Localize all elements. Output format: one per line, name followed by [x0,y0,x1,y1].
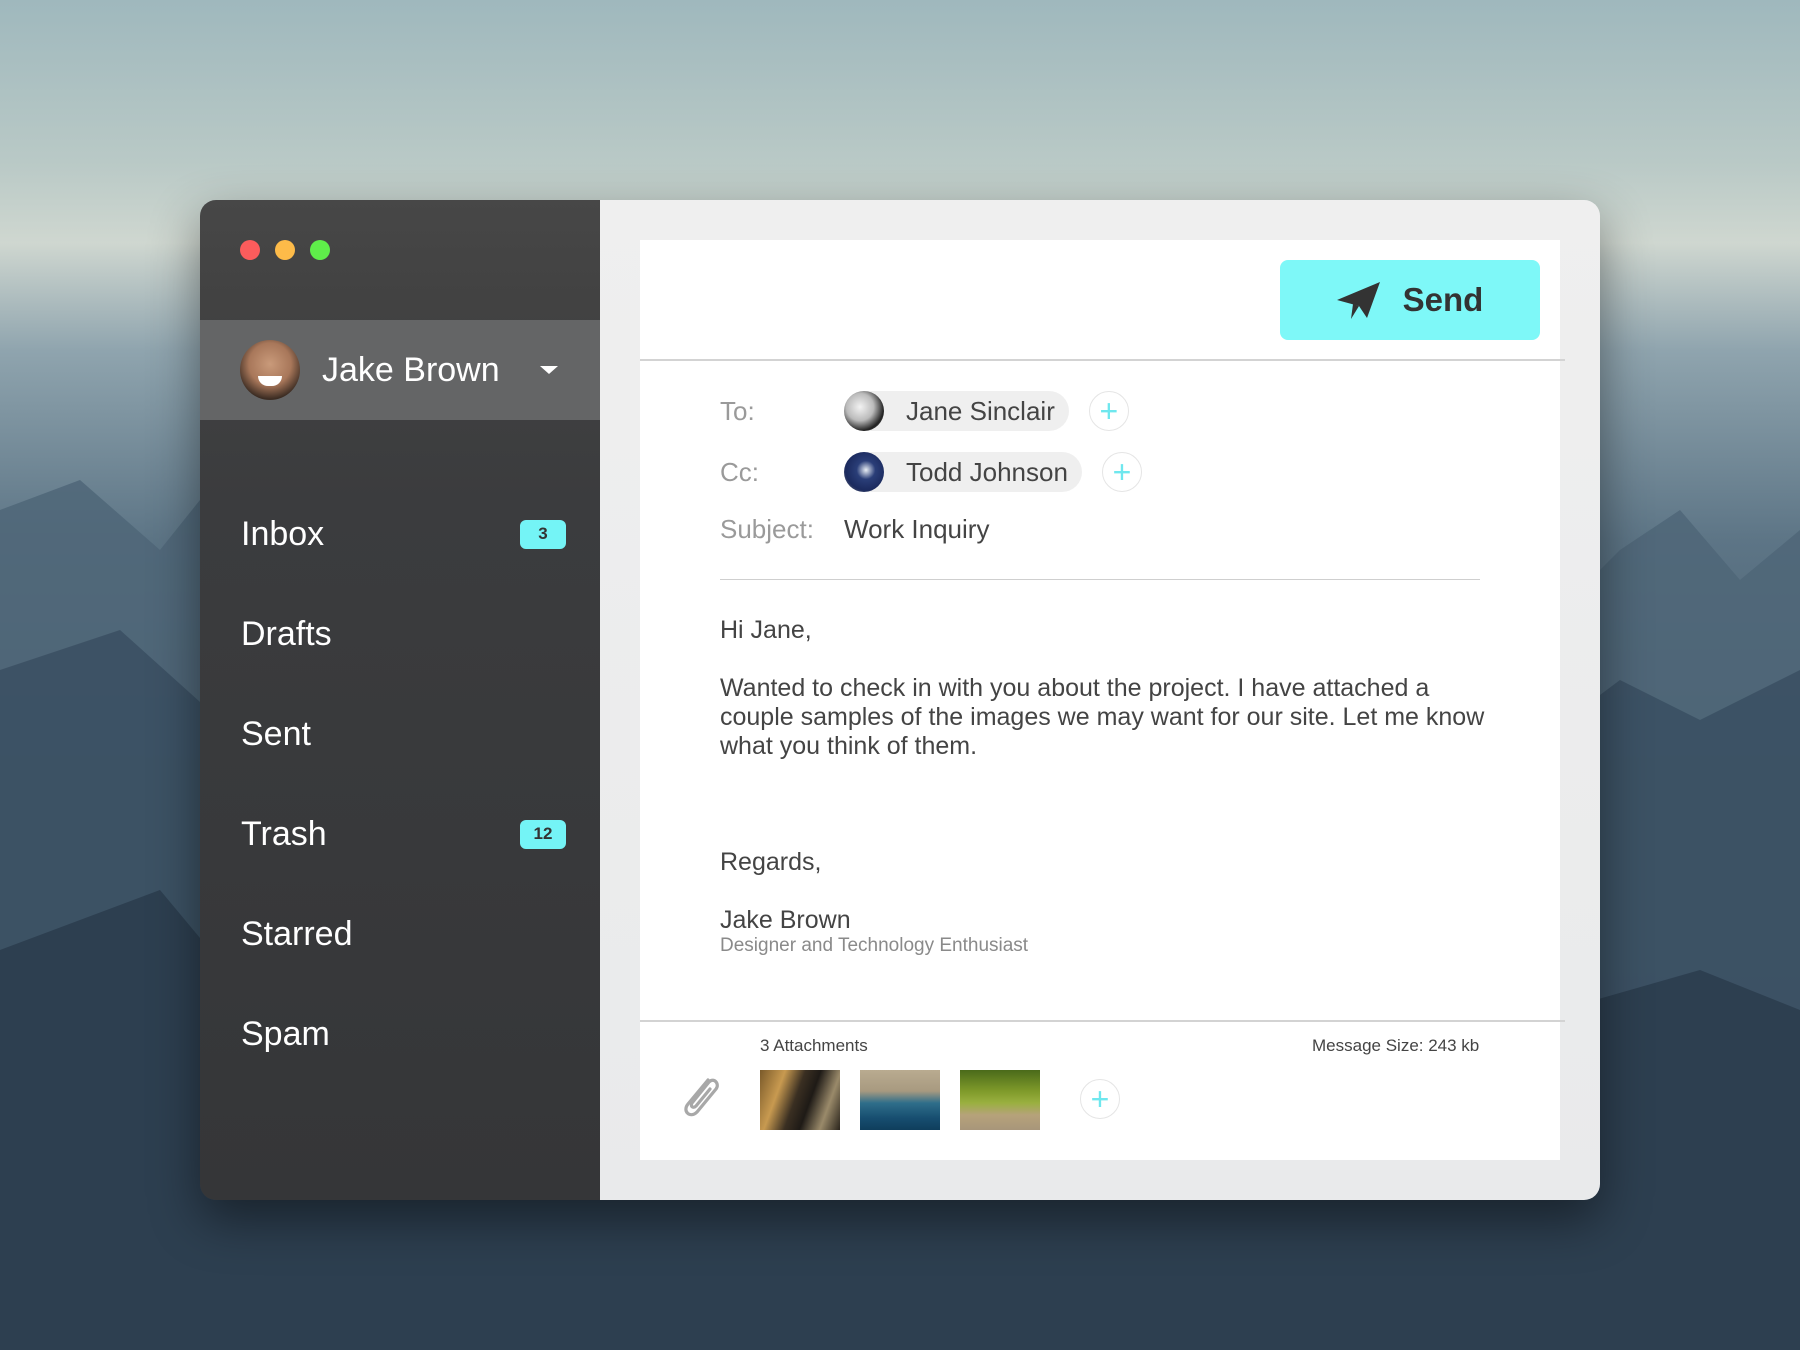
paperclip-icon[interactable] [678,1072,722,1122]
sidebar-item-starred[interactable]: Starred [200,904,600,964]
cc-avatar [844,452,884,492]
header-separator [640,359,1565,361]
compose-pane: Send To: Jane Sinclair + Cc: Todd Johnso… [600,200,1600,1200]
sidebar-item-inbox[interactable]: Inbox 3 [200,504,600,564]
recipient-avatar [844,391,884,431]
compose-card: Send To: Jane Sinclair + Cc: Todd Johnso… [640,240,1565,1160]
paper-plane-icon [1336,282,1380,319]
unread-count-badge: 3 [520,519,566,549]
close-window-button[interactable] [240,240,260,260]
body-paragraph: Wanted to check in with you about the pr… [720,674,1485,760]
greeting: Hi Jane, [720,616,812,644]
to-label: To: [720,395,755,426]
footer-separator [640,1020,1565,1022]
recipient-chip[interactable]: Jane Sinclair [844,391,1069,431]
add-recipient-button[interactable]: + [1088,391,1129,431]
sidebar-item-trash[interactable]: Trash 12 [200,804,600,864]
sidebar-item-label: Drafts [241,614,332,653]
account-switcher[interactable]: Jake Brown [200,320,600,420]
user-avatar [240,340,300,400]
body-divider [720,579,1480,580]
subject-field: Subject: Work Inquiry [720,514,989,545]
attachment-count: 3 Attachments [760,1036,868,1055]
cc-name: Todd Johnson [906,456,1068,487]
attachment-thumbnail[interactable] [860,1070,940,1130]
sidebar-item-drafts[interactable]: Drafts [200,604,600,664]
add-attachment-button[interactable]: + [1080,1079,1120,1119]
maximize-window-button[interactable] [310,240,330,260]
send-button[interactable]: Send [1280,260,1540,340]
sidebar-item-sent[interactable]: Sent [200,704,600,764]
signature-title: Designer and Technology Enthusiast [720,935,1029,956]
signature-name: Jake Brown [720,906,851,934]
add-cc-button[interactable]: + [1101,452,1142,492]
send-label: Send [1402,281,1484,318]
account-name: Jake Brown [322,350,500,389]
traffic-lights [240,240,330,260]
sidebar: Jake Brown Inbox 3 Drafts Sent Trash 12 … [200,200,600,1200]
sidebar-item-label: Starred [241,914,353,953]
mail-window: Jake Brown Inbox 3 Drafts Sent Trash 12 … [200,200,1600,1200]
to-field: To: Jane Sinclair + [720,391,1129,431]
trash-count-badge: 12 [520,819,566,849]
sidebar-item-label: Inbox [241,514,325,553]
attachment-thumbnail[interactable] [760,1070,840,1130]
subject-input[interactable]: Work Inquiry [844,514,989,545]
cc-field: Cc: Todd Johnson + [720,452,1142,492]
cc-chip[interactable]: Todd Johnson [844,452,1082,492]
sidebar-item-label: Sent [241,714,311,753]
closing: Regards, [720,848,822,876]
minimize-window-button[interactable] [275,240,295,260]
sidebar-item-label: Spam [241,1014,330,1053]
cc-label: Cc: [720,456,759,487]
recipient-name: Jane Sinclair [906,395,1055,426]
sidebar-item-spam[interactable]: Spam [200,1004,600,1064]
attachment-thumbnail[interactable] [960,1070,1040,1130]
subject-label: Subject: [720,514,814,544]
sidebar-item-label: Trash [241,814,327,853]
message-size: Message Size: 243 kb [1312,1036,1480,1055]
chevron-down-icon[interactable] [540,366,558,374]
message-body[interactable]: Hi Jane, Wanted to check in with you abo… [720,616,1500,957]
